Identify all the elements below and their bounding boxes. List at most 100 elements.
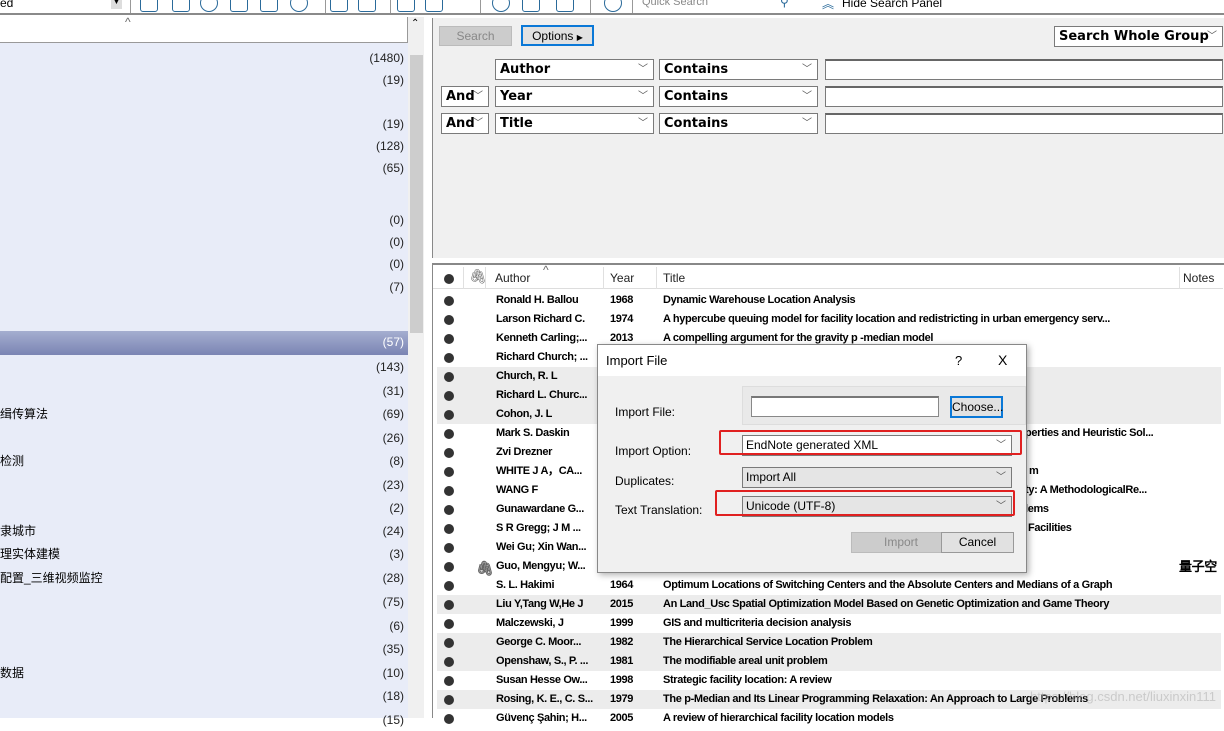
group-item[interactable]: (35) [0,638,408,660]
export-icon[interactable] [260,0,278,12]
group-item[interactable]: (128) [0,135,408,157]
reference-author: Church, R. L [496,370,558,382]
group-item[interactable]: (31) [0,380,408,402]
group-item[interactable]: (6) [0,615,408,637]
reference-row[interactable]: S. L. Hakimi 1964 Optimum Locations of Swi… [437,576,1221,595]
group-item[interactable]: 理实体建模 (3) [0,543,408,565]
insert-citation-icon[interactable] [397,0,415,12]
chevron-down-icon: ﹀ [802,91,812,102]
help-button[interactable]: ? [955,345,962,376]
duplicates-select[interactable]: Import All ﹀ [742,467,1012,488]
search-icon[interactable]: ⚲ [780,0,789,9]
chevron-up-icon[interactable]: ︽ [822,0,834,12]
choose-button[interactable]: Choose... [950,396,1003,418]
group-select[interactable]: ed [0,0,13,10]
group-item[interactable]: (0) [0,209,408,231]
import-button[interactable]: Import [851,532,951,553]
group-item[interactable]: (15) [0,709,408,731]
group-item[interactable]: (18) [0,685,408,707]
column-divider[interactable] [463,267,464,289]
group-item[interactable]: (19) [0,69,408,91]
operator-select[interactable]: Contains ﹀ [659,86,818,107]
quick-search-input[interactable]: Quick Search [642,0,708,8]
group-item[interactable]: (57) [0,331,408,355]
field-select[interactable]: Year ﹀ [495,86,654,107]
field-select[interactable]: Author ﹀ [495,59,654,80]
group-item[interactable]: (0) [0,231,408,253]
group-item[interactable]: 缉传算法 (69) [0,403,408,425]
group-count: (26) [382,431,404,445]
column-divider[interactable] [485,267,486,289]
close-button[interactable]: X [998,345,1007,376]
word-icon[interactable] [425,0,443,12]
new-reference-icon[interactable] [172,0,190,12]
group-item[interactable]: (65) [0,157,408,179]
reference-row[interactable]: Ronald H. Ballou 1968 Dynamic Warehouse Lo… [437,291,1221,310]
import-file-input[interactable] [751,396,939,417]
attach-link-icon[interactable] [330,0,348,12]
boolean-select[interactable]: And ﹀ [441,113,489,134]
options-button[interactable]: Options ▶ [521,25,594,46]
group-label: 检测 [0,454,25,468]
column-divider[interactable] [1179,267,1180,289]
scroll-up-icon[interactable]: ⌃ [411,18,419,29]
chevron-down-icon[interactable]: ▼ [111,0,122,9]
sort-arrow-icon[interactable]: ^ [543,263,549,277]
reference-author: Cohon, J. L [496,408,553,420]
group-item[interactable]: (26) [0,427,408,449]
column-year[interactable]: Year [610,271,634,285]
group-item[interactable] [0,91,408,113]
column-notes[interactable]: Notes [1183,271,1214,285]
group-item[interactable]: (0) [0,253,408,275]
scrollbar-thumb[interactable] [410,55,423,333]
reference-row[interactable]: Güvenç Şahin; H... 2005 A review of hierar… [437,709,1221,728]
operator-value: Contains [664,62,729,77]
reference-row[interactable]: Liu Y,Tang W,He J 2015 An Land_Usc Spatial… [437,595,1221,614]
open-folder-icon[interactable] [358,0,376,12]
search-term-input[interactable] [825,59,1223,80]
field-select[interactable]: Title ﹀ [495,113,654,134]
hide-search-panel-button[interactable]: Hide Search Panel [842,0,942,10]
group-item[interactable]: (23) [0,474,408,496]
group-item[interactable]: (19) [0,113,408,135]
reference-row[interactable]: Larson Richard C. 1974 A hypercube queuing… [437,310,1221,329]
import-icon[interactable] [230,0,248,12]
group-item[interactable] [0,179,408,201]
column-divider[interactable] [603,267,604,289]
group-item[interactable]: 检测 (8) [0,450,408,472]
search-scope-select[interactable]: Search Whole Group ﹀ [1054,26,1223,47]
group-item[interactable]: (75) [0,591,408,613]
group-item[interactable]: (1480) [0,47,408,69]
group-item[interactable]: 数据 (10) [0,662,408,684]
column-author[interactable]: Author [495,271,530,285]
sync-icon[interactable] [492,0,510,12]
column-divider[interactable] [656,267,657,289]
reference-row[interactable]: Susan Hesse Ow... 1998 Strategic facility … [437,671,1221,690]
column-title[interactable]: Title [663,271,685,285]
operator-select[interactable]: Contains ﹀ [659,59,818,80]
sort-arrow-icon[interactable]: ^ [125,15,131,29]
group-item[interactable] [0,297,408,319]
reference-author: Wei Gu; Xin Wan... [496,541,587,553]
share-icon[interactable] [522,0,540,12]
cancel-button[interactable]: Cancel [941,532,1014,553]
group-item[interactable]: (7) [0,276,408,298]
search-button[interactable]: Search [439,26,512,46]
boolean-select[interactable]: And ﹀ [441,86,489,107]
reference-row[interactable]: Openshaw, S., P. ... 1981 The modifiable a… [437,652,1221,671]
search-term-input[interactable] [825,86,1223,107]
operator-select[interactable]: Contains ﹀ [659,113,818,134]
reference-row[interactable]: George C. Moor... 1982 The Hierarchical Se… [437,633,1221,652]
group-icon[interactable] [556,0,574,12]
group-item[interactable]: (2) [0,497,408,519]
find-fulltext-icon[interactable] [290,0,308,12]
copy-icon[interactable] [140,0,158,12]
read-status-icon [444,619,454,629]
group-item[interactable]: 配置_三维视频监控 (28) [0,567,408,589]
reference-row[interactable]: Malczewski, J 1999 GIS and multicriteria d… [437,614,1221,633]
group-item[interactable]: 隶城市 (24) [0,520,408,542]
search-term-input[interactable] [825,113,1223,134]
group-item[interactable]: (143) [0,356,408,378]
online-search-icon[interactable] [200,0,218,12]
help-icon[interactable] [604,0,622,12]
